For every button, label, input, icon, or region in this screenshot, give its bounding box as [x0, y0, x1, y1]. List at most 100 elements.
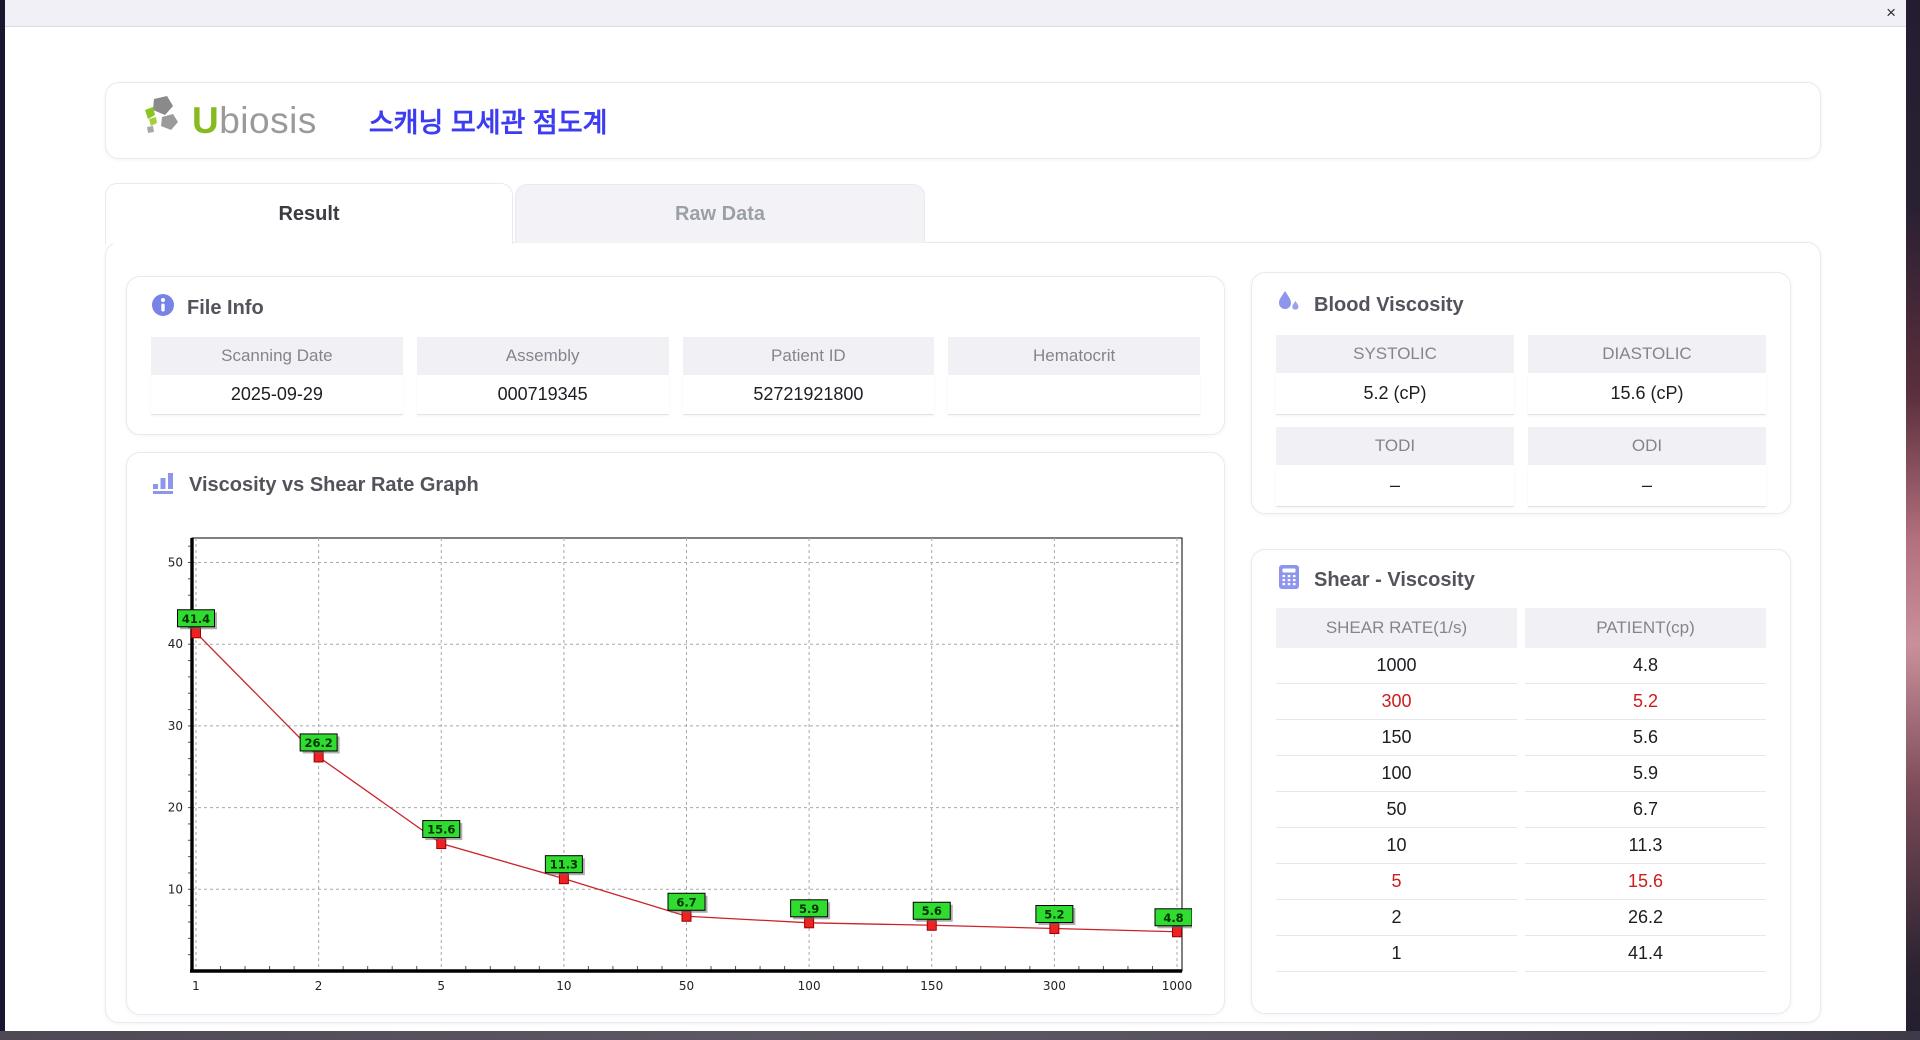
- table-row: 1005.9: [1276, 756, 1766, 792]
- cell-shear-rate: 100: [1276, 756, 1517, 792]
- field-label: ODI: [1528, 427, 1766, 465]
- cell-patient: 5.6: [1525, 720, 1766, 756]
- table-row: 506.7: [1276, 792, 1766, 828]
- brand-logo: Ubiosis: [140, 96, 317, 145]
- shear-table-body: 10004.83005.21505.61005.9506.71011.3515.…: [1276, 648, 1766, 972]
- field-value: –: [1276, 465, 1514, 507]
- svg-text:11.3: 11.3: [550, 858, 578, 872]
- svg-text:50: 50: [168, 556, 183, 570]
- svg-text:150: 150: [920, 979, 943, 993]
- svg-text:100: 100: [798, 979, 821, 993]
- cell-shear-rate: 10: [1276, 828, 1517, 864]
- column-patient: PATIENT(cp): [1525, 608, 1766, 648]
- cell-patient: 11.3: [1525, 828, 1766, 864]
- svg-text:41.4: 41.4: [182, 612, 210, 626]
- logo-text: Ubiosis: [192, 100, 317, 142]
- shear-table-header: SHEAR RATE(1/s) PATIENT(cp): [1276, 608, 1766, 648]
- window-bottom-border: [0, 1031, 1920, 1040]
- field-value: –: [1528, 465, 1766, 507]
- field-value: 15.6 (cP): [1528, 373, 1766, 415]
- svg-text:5.6: 5.6: [922, 904, 942, 918]
- bv-field: ODI–: [1528, 427, 1766, 507]
- bv-field: SYSTOLIC5.2 (cP): [1276, 335, 1514, 415]
- field-label: DIASTOLIC: [1528, 335, 1766, 373]
- file-info-title: File Info: [187, 297, 264, 320]
- cell-shear-rate: 50: [1276, 792, 1517, 828]
- bv-group: SYSTOLIC5.2 (cP)DIASTOLIC15.6 (cP): [1276, 335, 1766, 415]
- svg-text:1: 1: [192, 979, 200, 993]
- cell-shear-rate: 1: [1276, 936, 1517, 972]
- svg-text:40: 40: [168, 637, 183, 651]
- bv-field: TODI–: [1276, 427, 1514, 507]
- svg-text:10: 10: [168, 882, 183, 896]
- table-row: 141.4: [1276, 936, 1766, 972]
- field-label: SYSTOLIC: [1276, 335, 1514, 373]
- field-value: 000719345: [417, 375, 669, 415]
- svg-text:30: 30: [168, 719, 183, 733]
- field-value: 2025-09-29: [151, 375, 403, 415]
- viscosity-chart: 10 20 30 40 50 1 2 5 10 50 100 150 300 1000 41.4 26.2 15…: [142, 516, 1192, 1003]
- table-row: 1011.3: [1276, 828, 1766, 864]
- window-titlebar: ×: [5, 0, 1906, 27]
- table-row: 10004.8: [1276, 648, 1766, 684]
- svg-text:20: 20: [168, 801, 183, 815]
- file-info-card: File Info Scanning Date2025-09-29 Assembl…: [126, 276, 1225, 435]
- bar-chart-icon: [151, 469, 177, 501]
- blood-viscosity-title: Blood Viscosity: [1314, 294, 1464, 317]
- table-row: 1505.6: [1276, 720, 1766, 756]
- file-info-field: Hematocrit: [948, 337, 1200, 415]
- cell-patient: 26.2: [1525, 900, 1766, 936]
- cell-patient: 6.7: [1525, 792, 1766, 828]
- field-value: [948, 375, 1200, 415]
- shear-viscosity-card: Shear - Viscosity SHEAR RATE(1/s) PATIEN…: [1251, 549, 1791, 1014]
- cell-patient: 41.4: [1525, 936, 1766, 972]
- field-label: Patient ID: [683, 337, 935, 375]
- graph-card: Viscosity vs Shear Rate Graph 10 20 30 40 50…: [126, 452, 1225, 1015]
- shear-viscosity-title: Shear - Viscosity: [1314, 569, 1475, 592]
- svg-text:5.9: 5.9: [799, 902, 819, 916]
- logo-mark-icon: [140, 96, 186, 145]
- cell-shear-rate: 2: [1276, 900, 1517, 936]
- tab-result[interactable]: Result: [105, 183, 513, 244]
- graph-title: Viscosity vs Shear Rate Graph: [189, 474, 479, 497]
- close-button[interactable]: ×: [1886, 2, 1896, 24]
- svg-text:5: 5: [437, 979, 445, 993]
- app-title: 스캐닝 모세관 점도계: [369, 101, 608, 140]
- header-card: Ubiosis 스캐닝 모세관 점도계: [105, 82, 1821, 159]
- bv-field: DIASTOLIC15.6 (cP): [1528, 335, 1766, 415]
- cell-patient: 5.9: [1525, 756, 1766, 792]
- cell-shear-rate: 5: [1276, 864, 1517, 900]
- field-label: Scanning Date: [151, 337, 403, 375]
- svg-text:26.2: 26.2: [304, 736, 332, 750]
- field-value: 52721921800: [683, 375, 935, 415]
- svg-text:2: 2: [315, 979, 323, 993]
- app-window: × Ubiosis 스캐닝 모세관 점도계 Result Raw Data: [5, 0, 1906, 1032]
- svg-text:50: 50: [679, 979, 694, 993]
- field-label: Hematocrit: [948, 337, 1200, 375]
- calculator-icon: [1276, 564, 1302, 596]
- logo-letter-u: U: [192, 100, 219, 141]
- tab-raw-data[interactable]: Raw Data: [515, 184, 925, 243]
- table-row: 515.6: [1276, 864, 1766, 900]
- cell-patient: 5.2: [1525, 684, 1766, 720]
- cell-shear-rate: 1000: [1276, 648, 1517, 684]
- blood-viscosity-grid: SYSTOLIC5.2 (cP)DIASTOLIC15.6 (cP)TODI–O…: [1276, 335, 1766, 507]
- svg-text:1000: 1000: [1162, 979, 1192, 993]
- field-value: 5.2 (cP): [1276, 373, 1514, 415]
- svg-text:300: 300: [1043, 979, 1066, 993]
- cell-patient: 15.6: [1525, 864, 1766, 900]
- cell-shear-rate: 150: [1276, 720, 1517, 756]
- file-info-fields: Scanning Date2025-09-29 Assembly000719345…: [151, 337, 1200, 415]
- file-info-field: Patient ID52721921800: [683, 337, 935, 415]
- field-label: Assembly: [417, 337, 669, 375]
- field-label: TODI: [1276, 427, 1514, 465]
- bv-group: TODI–ODI–: [1276, 427, 1766, 507]
- svg-text:6.7: 6.7: [676, 895, 696, 909]
- table-row: 3005.2: [1276, 684, 1766, 720]
- file-info-field: Scanning Date2025-09-29: [151, 337, 403, 415]
- droplet-icon: [1276, 289, 1302, 321]
- column-shear-rate: SHEAR RATE(1/s): [1276, 608, 1517, 648]
- desktop-wallpaper-edge: [1906, 0, 1920, 1040]
- svg-text:10: 10: [556, 979, 571, 993]
- svg-text:15.6: 15.6: [427, 823, 455, 837]
